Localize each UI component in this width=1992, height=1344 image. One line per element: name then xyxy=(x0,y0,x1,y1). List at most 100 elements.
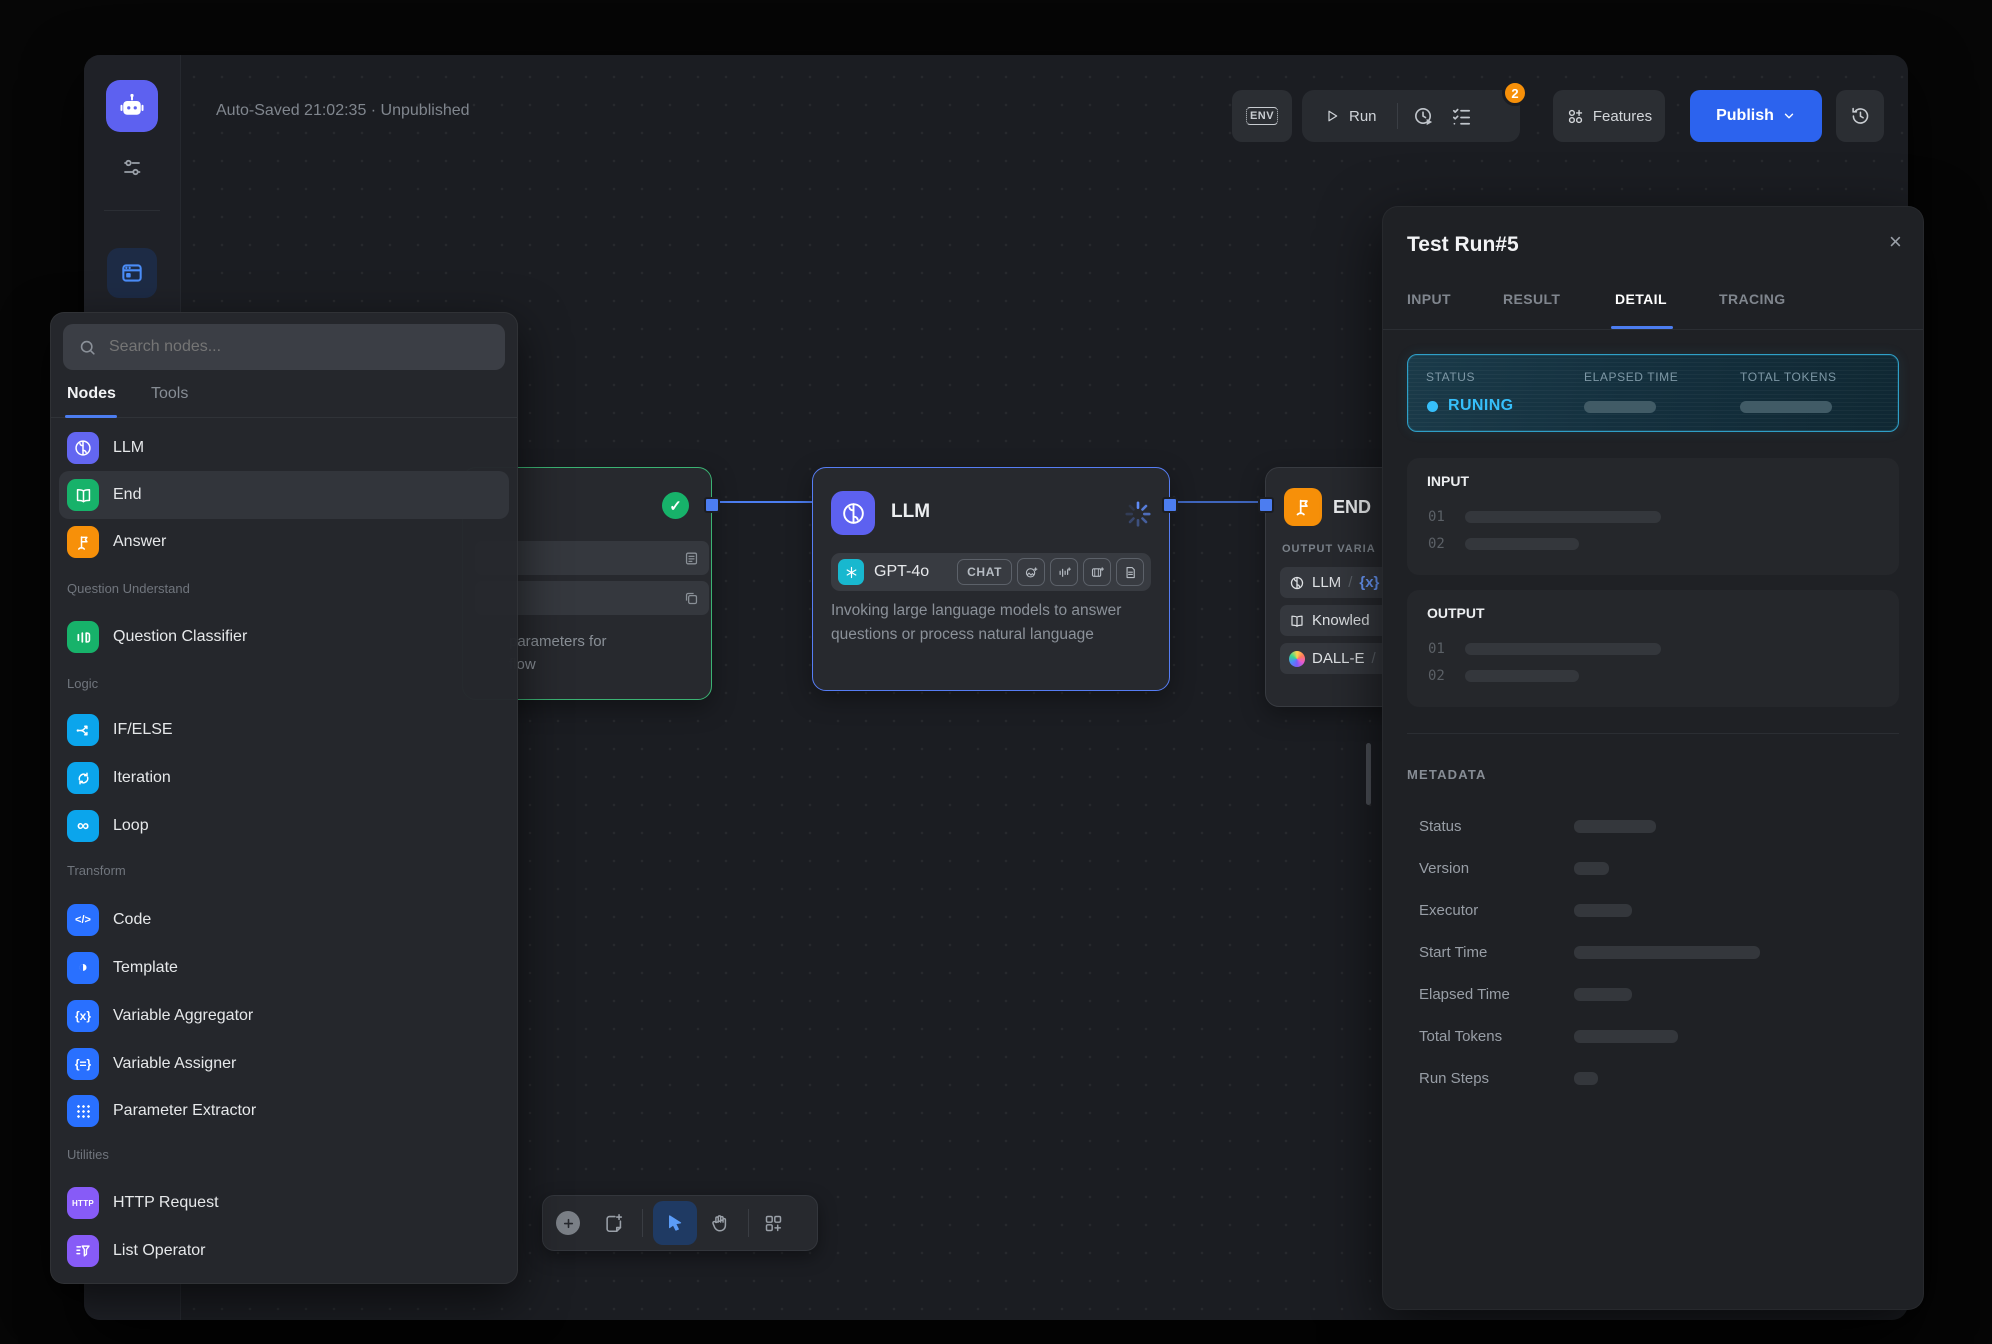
publish-label: Publish xyxy=(1716,107,1774,125)
tokens-label: TOTAL TOKENS xyxy=(1740,370,1837,384)
node-item-http-request[interactable]: HTTP HTTP Request xyxy=(67,1187,219,1219)
line-number: 01 xyxy=(1428,641,1445,657)
metadata-title: METADATA xyxy=(1407,767,1487,782)
node-item-template[interactable]: ◑ Template xyxy=(67,952,178,984)
env-button[interactable]: ENV xyxy=(1232,90,1292,142)
publish-button[interactable]: Publish xyxy=(1690,90,1822,142)
spinner-icon xyxy=(1123,499,1153,529)
organize-nodes-button[interactable] xyxy=(763,1213,784,1234)
toolbar-divider xyxy=(748,1209,749,1237)
start-node-description: parameters for flow xyxy=(509,630,699,676)
canvas-toolbar xyxy=(542,1195,818,1251)
node-item-end[interactable]: End xyxy=(67,479,141,511)
node-item-loop[interactable]: ∞ Loop xyxy=(67,810,149,842)
dalle-icon xyxy=(1289,651,1305,667)
parameter-extractor-icon xyxy=(67,1095,99,1127)
iteration-icon xyxy=(67,762,99,794)
meta-label-start-time: Start Time xyxy=(1419,944,1487,961)
tabs-divider xyxy=(51,417,517,418)
node-item-if-else[interactable]: IF/ELSE xyxy=(67,714,173,746)
output-card-title: OUTPUT xyxy=(1427,605,1485,621)
tab-nodes[interactable]: Nodes xyxy=(67,385,116,403)
features-button[interactable]: Features xyxy=(1553,90,1665,142)
status-banner: STATUS ELAPSED TIME TOTAL TOKENS RUNING xyxy=(1407,354,1899,432)
env-icon: ENV xyxy=(1246,107,1278,125)
search-box[interactable] xyxy=(63,324,505,370)
section-transform: Transform xyxy=(67,863,126,878)
section-logic: Logic xyxy=(67,676,98,691)
pointer-mode-button[interactable] xyxy=(653,1201,697,1245)
hand-mode-button[interactable] xyxy=(709,1212,731,1234)
node-item-iteration[interactable]: Iteration xyxy=(67,762,171,794)
checklist-badge: 2 xyxy=(1502,80,1528,106)
openai-icon xyxy=(838,559,864,585)
tab-input[interactable]: INPUT xyxy=(1407,291,1451,307)
line-number: 02 xyxy=(1428,536,1445,552)
rail-workflow-button[interactable] xyxy=(107,248,157,298)
question-classifier-icon xyxy=(67,621,99,653)
features-label: Features xyxy=(1593,108,1652,125)
meta-label-elapsed-time: Elapsed Time xyxy=(1419,986,1510,1003)
active-tab-underline xyxy=(65,415,117,418)
search-icon xyxy=(78,338,97,357)
search-input[interactable] xyxy=(107,337,505,357)
output-skeleton-1 xyxy=(1465,643,1661,655)
copy-icon xyxy=(683,590,700,607)
tab-detail[interactable]: DETAIL xyxy=(1615,291,1667,307)
node-item-llm[interactable]: LLM xyxy=(67,432,144,464)
elapsed-label: ELAPSED TIME xyxy=(1584,370,1678,384)
end-node-icon xyxy=(1284,488,1322,526)
tab-result[interactable]: RESULT xyxy=(1503,291,1560,307)
checklist-icon[interactable] xyxy=(1450,105,1473,128)
llm-node[interactable]: LLM GPT-4o CHAT Invoking large language … xyxy=(812,467,1170,691)
section-question-understand: Question Understand xyxy=(67,581,190,596)
llm-node-title: LLM xyxy=(891,501,930,523)
llm-icon xyxy=(1289,575,1305,591)
run-button[interactable]: Run xyxy=(1324,108,1377,125)
input-card: INPUT 01 02 xyxy=(1407,458,1899,575)
tab-tools[interactable]: Tools xyxy=(151,385,188,403)
canvas-scrollbar[interactable] xyxy=(1366,743,1371,805)
output-port[interactable] xyxy=(704,497,720,513)
section-utilities: Utilities xyxy=(67,1147,109,1162)
add-note-button[interactable] xyxy=(603,1212,625,1234)
node-item-question-classifier[interactable]: Question Classifier xyxy=(67,621,247,653)
add-node-button[interactable] xyxy=(556,1211,580,1235)
input-skeleton-2 xyxy=(1465,538,1579,550)
node-item-variable-aggregator[interactable]: {x} Variable Aggregator xyxy=(67,1000,253,1032)
variable-aggregator-icon: {x} xyxy=(67,1000,99,1032)
code-icon: </> xyxy=(67,904,99,936)
llm-icon xyxy=(67,432,99,464)
status-running-dot xyxy=(1427,401,1438,412)
node-item-list-operator[interactable]: List Operator xyxy=(67,1235,205,1267)
node-item-answer[interactable]: Answer xyxy=(67,526,166,558)
vision-capability-icon xyxy=(1017,558,1045,586)
status-value: RUNING xyxy=(1448,397,1514,415)
meta-label-version: Version xyxy=(1419,860,1469,877)
node-item-code[interactable]: </> Code xyxy=(67,904,151,936)
edge-start-to-llm xyxy=(706,501,814,503)
output-port[interactable] xyxy=(1162,497,1178,513)
end-node-section-label: OUTPUT VARIA xyxy=(1282,543,1376,555)
input-port[interactable] xyxy=(1258,497,1274,513)
close-icon[interactable]: × xyxy=(1889,231,1902,253)
active-tab-underline xyxy=(1611,326,1673,329)
separator: / xyxy=(1348,574,1352,591)
meta-skeleton-run-steps xyxy=(1574,1072,1598,1085)
meta-skeleton-status xyxy=(1574,820,1656,833)
end-icon xyxy=(67,479,99,511)
app-logo[interactable] xyxy=(106,80,158,132)
llm-model-row[interactable]: GPT-4o CHAT xyxy=(831,553,1151,591)
check-icon: ✓ xyxy=(669,497,682,515)
schedule-icon[interactable] xyxy=(1412,105,1435,128)
meta-label-executor: Executor xyxy=(1419,902,1478,919)
tab-tracing[interactable]: TRACING xyxy=(1719,291,1786,307)
meta-skeleton-executor xyxy=(1574,904,1632,917)
toolbar-divider xyxy=(642,1209,643,1237)
history-button[interactable] xyxy=(1836,90,1884,142)
node-item-variable-assigner[interactable]: {=} Variable Assigner xyxy=(67,1048,236,1080)
rail-settings-icon[interactable] xyxy=(120,156,144,180)
meta-label-status: Status xyxy=(1419,818,1462,835)
node-item-parameter-extractor[interactable]: Parameter Extractor xyxy=(67,1095,256,1127)
node-picker-panel: Nodes Tools LLM End Answer Question Unde… xyxy=(50,312,518,1284)
